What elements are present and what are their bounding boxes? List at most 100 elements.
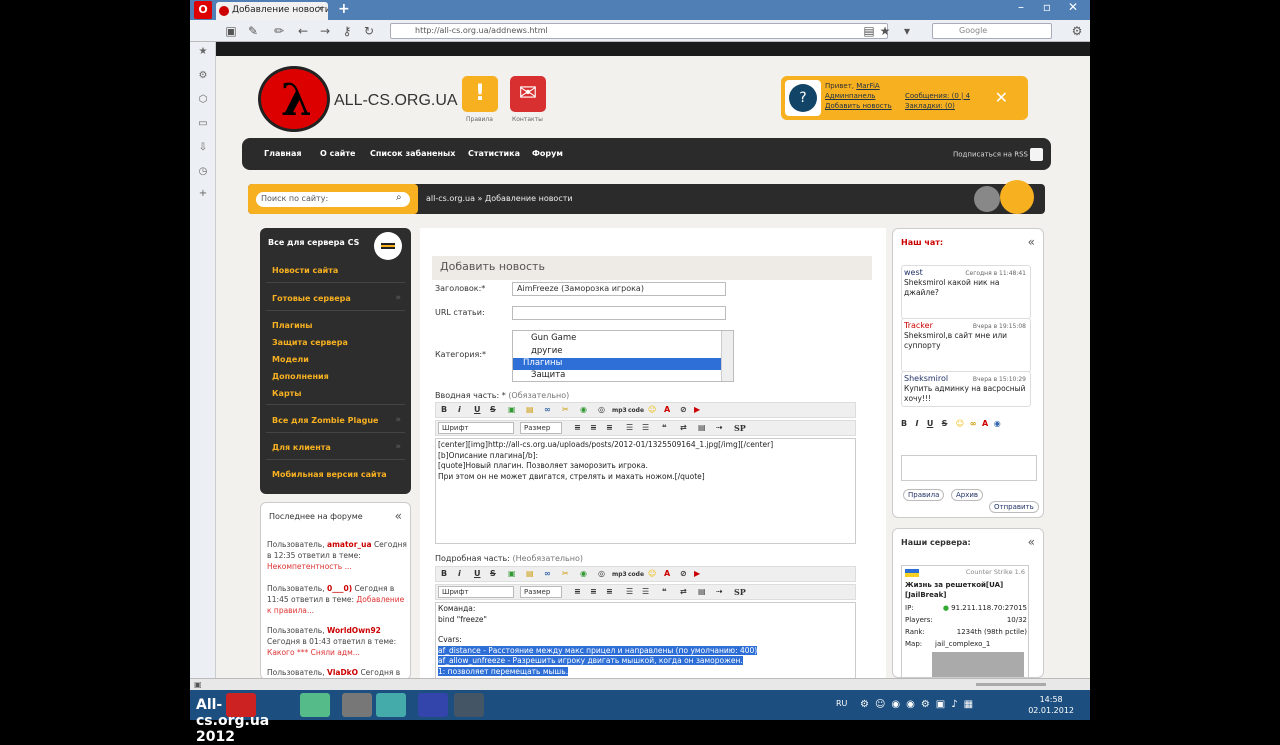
chat-user[interactable]: Tracker [904, 321, 933, 330]
collapse-icon[interactable]: « [1028, 235, 1035, 249]
menu-item-about[interactable]: О сайте [320, 149, 355, 158]
url-input[interactable]: http://all-cs.org.ua/addnews.html [390, 23, 888, 39]
link-icon[interactable]: ∞ [544, 569, 551, 578]
page-break-icon[interactable]: ▤ [698, 423, 706, 432]
menu-item-banlist[interactable]: Список забаненых [370, 149, 455, 158]
category-option-selected[interactable]: Плагины [513, 358, 721, 370]
category-select[interactable]: Gun Game другие Плагины Защита [512, 330, 734, 382]
menu-item-stats[interactable]: Статистика [468, 149, 520, 158]
category-option[interactable]: другие [513, 346, 721, 358]
post-topic-link[interactable]: Какого *** Сняли адм... [267, 648, 360, 657]
align-left-icon[interactable]: ≡ [574, 423, 581, 432]
maximize-button[interactable]: ▫ [1036, 0, 1058, 18]
unlink-icon[interactable]: ✂ [562, 569, 569, 578]
media-icon[interactable]: ◎ [598, 405, 605, 414]
search-icon[interactable]: ⌕ [396, 192, 402, 203]
left-menu-item[interactable]: Плагины [272, 321, 313, 330]
clock[interactable]: 14:58 02.01.2012 [1028, 694, 1074, 716]
mp3-icon[interactable]: mp3 [612, 571, 627, 578]
font-color-icon[interactable]: A [664, 569, 670, 578]
media-icon[interactable]: ◎ [598, 569, 605, 578]
site-logo[interactable]: λ [258, 66, 330, 132]
align-center-icon[interactable]: ≡ [590, 423, 597, 432]
new-tab-button[interactable]: + [338, 1, 350, 17]
left-menu-item[interactable]: Защита сервера [272, 338, 348, 347]
folder-icon[interactable]: ▤ [526, 569, 534, 578]
key-icon[interactable]: ⚷ [340, 24, 354, 38]
left-menu-item[interactable]: Дополнения [272, 372, 329, 381]
code-icon[interactable]: code [628, 407, 644, 414]
minimize-button[interactable]: – [1010, 0, 1032, 18]
post-user-link[interactable]: amator_ua [327, 540, 372, 549]
panel-toggle-icon[interactable]: ▣ [224, 24, 238, 38]
history-icon[interactable]: ◷ [197, 166, 209, 178]
email-icon[interactable]: ◉ [994, 419, 1001, 428]
smiley-icon[interactable]: ☺ [648, 405, 656, 414]
pagelink-icon[interactable]: ⇢ [716, 423, 723, 432]
full-editor[interactable]: Команда: bind "freeze" Cvars: af_distanc… [435, 602, 856, 678]
spoiler-button[interactable]: SP [734, 423, 746, 433]
dropdown-icon[interactable]: ▾ [900, 24, 914, 38]
numbered-list-icon[interactable]: ☰ [642, 423, 649, 432]
category-option[interactable]: Защита [513, 370, 721, 381]
chat-rules-button[interactable]: Правила [903, 489, 945, 501]
email-icon[interactable]: ◉ [580, 569, 587, 578]
spoiler-button[interactable]: SP [734, 587, 746, 597]
smiley-icon[interactable]: ☺ [956, 419, 964, 428]
scrollbar[interactable] [721, 331, 733, 381]
add-news-link[interactable]: Добавить новость [825, 102, 892, 110]
bold-button[interactable]: B [901, 419, 907, 428]
wrench-icon[interactable]: ✎ [246, 24, 260, 38]
align-left-icon[interactable]: ≡ [574, 587, 581, 596]
app-taskbar-icon[interactable] [376, 693, 406, 717]
font-color-icon[interactable]: A [982, 419, 988, 428]
left-menu-item[interactable]: Модели [272, 355, 309, 364]
youtube-icon[interactable]: ▶ [694, 569, 700, 578]
back-icon[interactable]: ← [296, 24, 310, 38]
app-taskbar-icon[interactable] [300, 693, 330, 717]
chat-input[interactable] [901, 455, 1037, 481]
menu-toggle-icon[interactable] [374, 232, 402, 260]
pagelink-icon[interactable]: ⇢ [716, 587, 723, 596]
strike-button[interactable]: S [490, 569, 496, 578]
rules-icon[interactable]: ! [462, 76, 498, 112]
quote-icon[interactable]: ❝ [662, 587, 667, 596]
admin-panel-link[interactable]: Админпанель [825, 92, 875, 100]
pen-icon[interactable]: ✏ [272, 24, 286, 38]
left-menu-item[interactable]: Готовые сервера [272, 294, 351, 303]
intro-editor[interactable]: [center][img]http://all-cs.org.ua/upload… [435, 438, 856, 544]
bold-button[interactable]: B [441, 569, 447, 578]
bold-button[interactable]: B [441, 405, 447, 414]
translit-icon[interactable]: ⇄ [680, 587, 687, 596]
left-menu-item[interactable]: Мобильная версия сайта [272, 470, 387, 479]
menu-item-home[interactable]: Главная [264, 149, 301, 158]
list-icon[interactable]: ☰ [626, 423, 633, 432]
panel-icon[interactable]: ▣ [194, 680, 202, 689]
close-window-button[interactable]: ✕ [1062, 0, 1084, 18]
server-card[interactable]: Counter Strike 1.6 Жизнь за решеткой[UA]… [901, 565, 1029, 677]
opera-taskbar-icon[interactable] [226, 693, 256, 717]
smiley-icon[interactable]: ☺ [648, 569, 656, 578]
app-taskbar-icon[interactable] [418, 693, 448, 717]
username-link[interactable]: MarFiA [856, 82, 879, 90]
forward-icon[interactable]: → [318, 24, 332, 38]
image-icon[interactable]: ▣ [508, 569, 516, 578]
browser-tab[interactable]: Добавление новости ... ✕ [216, 2, 328, 20]
post-user-link[interactable]: WorldOwn92 [327, 626, 381, 635]
close-tab-icon[interactable]: ✕ [316, 5, 324, 15]
align-right-icon[interactable]: ≡ [606, 587, 613, 596]
translit-icon[interactable]: ⇄ [680, 423, 687, 432]
chat-archive-button[interactable]: Архив [951, 489, 984, 501]
quote-icon[interactable]: ❝ [662, 423, 667, 432]
left-menu-item[interactable]: Новости сайта [272, 266, 338, 275]
language-indicator[interactable]: RU [836, 699, 847, 708]
rss-subscribe-link[interactable]: Подписаться на RSS [953, 148, 1043, 161]
left-menu-item[interactable]: Для клиента [272, 443, 331, 452]
hide-icon[interactable]: ⊘ [680, 569, 687, 578]
size-select[interactable]: Размер [520, 422, 562, 434]
bookmarks-link[interactable]: Закладки: (0) [905, 102, 955, 110]
messages-link[interactable]: Сообщения: (0 | 4 [905, 92, 970, 100]
chat-send-button[interactable]: Отправить [989, 501, 1039, 513]
left-menu-item[interactable]: Все для Zombie Plague [272, 416, 378, 425]
link-icon[interactable]: ∞ [970, 419, 977, 428]
